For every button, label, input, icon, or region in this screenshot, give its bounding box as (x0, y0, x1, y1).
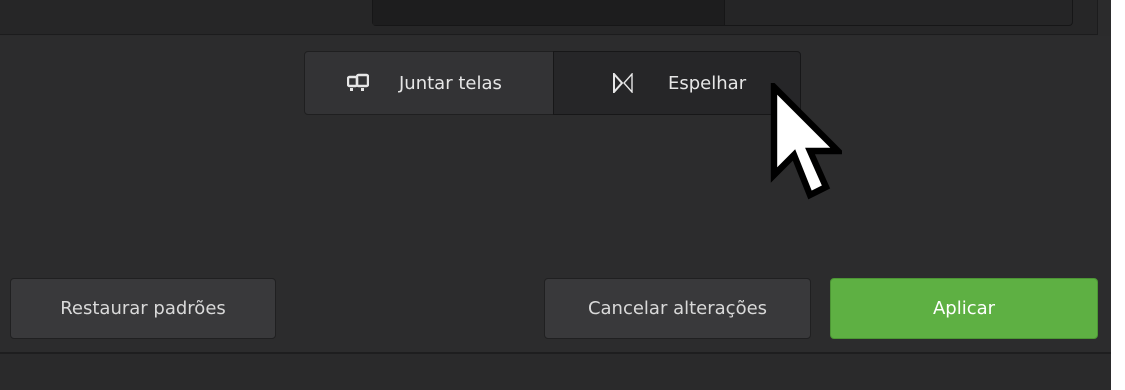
restore-defaults-button[interactable]: Restaurar padrões (10, 278, 276, 339)
join-displays-icon (347, 73, 369, 93)
mirror-displays-button[interactable]: Espelhar (553, 51, 801, 115)
join-displays-label: Juntar telas (399, 72, 502, 94)
apply-button[interactable]: Aplicar (830, 278, 1098, 339)
display-mode-selector: Juntar telas Espelhar (304, 51, 801, 115)
restore-defaults-label: Restaurar padrões (60, 298, 226, 319)
cancel-changes-button[interactable]: Cancelar alterações (544, 278, 811, 339)
monitor-preview-strip[interactable] (372, 0, 1073, 26)
monitor-arrangement-panel (0, 0, 1098, 35)
join-displays-button[interactable]: Juntar telas (304, 51, 554, 115)
cancel-changes-label: Cancelar alterações (587, 298, 768, 319)
window-footer (0, 354, 1111, 390)
monitor-preview-left[interactable] (373, 0, 725, 25)
mirror-displays-icon (612, 73, 634, 93)
mirror-displays-label: Espelhar (668, 72, 747, 94)
apply-label: Aplicar (932, 298, 996, 319)
display-settings-window: Juntar telas Espelhar Restaurar padrões … (0, 0, 1111, 390)
